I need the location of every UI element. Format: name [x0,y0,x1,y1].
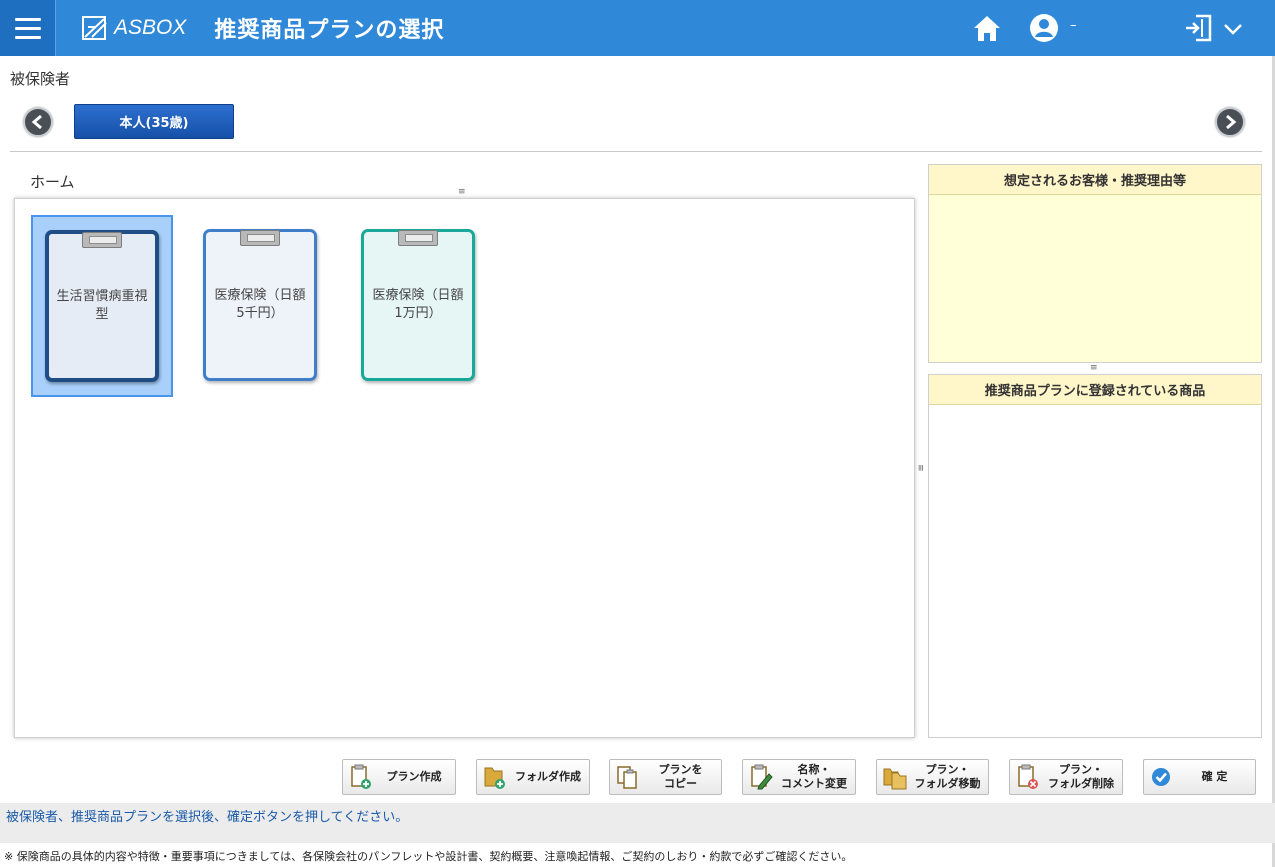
delete-icon [1018,764,1038,789]
chevron-right-icon [1226,115,1237,129]
logo-text: ASBOX [114,16,187,39]
clip-icon [398,230,438,246]
status-message: 被保険者、推奨商品プランを選択後、確定ボタンを押してください。 [6,810,409,825]
breadcrumb[interactable]: ホーム [30,171,75,192]
copy-plan-label-line2: コピー [664,777,697,790]
page-title: 推奨商品プランの選択 [214,18,445,43]
create-folder-button[interactable]: フォルダ作成 [476,759,590,795]
resize-grip-vertical[interactable]: ≡ [915,464,925,472]
home-icon[interactable] [972,13,1002,43]
move-folder-icon [883,768,907,790]
disclaimer-note: ※ 保険商品の具体的内容や特徴・重要事項につきましては、各保険会社のパンフレット… [4,850,853,863]
plan-add-icon [351,764,371,789]
user-icon[interactable] [1029,13,1059,43]
move-label-line2: フォルダ移動 [914,777,981,790]
delete-plan-folder-button[interactable]: プラン・ フォルダ削除 [1009,759,1123,795]
copy-plan-label-line1: プランを [658,763,703,776]
prev-insured-button[interactable] [23,107,53,137]
plan-card-medical-5000[interactable]: 医療保険（日額5千円） [203,229,317,381]
clip-icon [82,232,122,248]
menu-button[interactable] [0,0,56,56]
delete-label-line2: フォルダ削除 [1048,777,1114,790]
copy-plan-button[interactable]: プランを コピー [609,759,722,795]
plan-folder-pane: 生活習慣病重視型 医療保険（日額5千円） 医療保険（日額1万円） [14,198,915,738]
user-name: – [1070,18,1077,33]
clip-icon [240,230,280,246]
logout-icon[interactable] [1184,13,1214,43]
edit-icon [751,764,773,790]
folder-add-icon [484,767,505,789]
rename-label-line1: 名称・ [797,763,831,776]
registered-products-header: 推奨商品プランに登録されている商品 [929,375,1261,405]
insured-label: 被保険者 [10,70,71,88]
copy-icon [617,766,637,789]
menu-icon-bar [14,35,41,39]
menu-icon-bar [14,17,41,21]
create-folder-label: フォルダ作成 [515,770,581,783]
menu-icon-bar [14,26,41,30]
clipboard-icon: 医療保険（日額1万円） [361,229,475,381]
resize-grip-horizontal-right[interactable]: ≡ [1090,364,1098,373]
copy-plan-label: プランを コピー [640,763,721,791]
rename-comment-button[interactable]: 名称・ コメント変更 [742,759,856,795]
recommend-reason-panel: 想定されるお客様・推奨理由等 [928,164,1262,363]
move-label-line1: プラン・ [925,763,970,776]
move-plan-folder-button[interactable]: プラン・ フォルダ移動 [876,759,989,795]
clipboard-icon: 医療保険（日額5千円） [203,229,317,381]
app-header: ASBOX 推奨商品プランの選択 [0,0,1275,56]
registered-products-panel: 推奨商品プランに登録されている商品 [928,374,1262,738]
plan-card-medical-10000[interactable]: 医療保険（日額1万円） [361,229,475,381]
create-plan-label: プラン作成 [386,770,442,783]
logo-icon [82,16,107,40]
section-divider [10,151,1262,152]
asbox-logo: ASBOX [82,15,186,41]
rename-label-line2: コメント変更 [781,777,847,790]
chevron-left-icon [31,115,42,129]
confirm-button[interactable]: 確 定 [1143,759,1256,795]
recommend-reason-header: 想定されるお客様・推奨理由等 [929,165,1261,195]
plan-card-lifestyle-disease[interactable]: 生活習慣病重視型 [31,215,173,397]
create-plan-button[interactable]: プラン作成 [342,759,456,795]
chevron-down-icon[interactable] [1222,18,1244,40]
next-insured-button[interactable] [1215,107,1245,137]
delete-label-line1: プラン・ [1059,763,1103,776]
clipboard-icon: 生活習慣病重視型 [45,230,159,382]
rename-comment-label: 名称・ コメント変更 [773,763,855,791]
move-plan-folder-label: プラン・ フォルダ移動 [907,763,988,791]
plan-label: 医療保険（日額1万円） [372,288,464,321]
plan-label: 生活習慣病重視型 [56,289,148,322]
resize-grip-horizontal[interactable]: ≡ [458,188,466,197]
check-circle-icon [1152,768,1170,786]
plan-label: 医療保険（日額5千円） [214,288,306,321]
delete-plan-folder-label: プラン・ フォルダ削除 [1040,763,1122,791]
insured-tab-self[interactable]: 本人(35歳) [74,104,234,139]
confirm-label: 確 定 [1201,770,1228,783]
